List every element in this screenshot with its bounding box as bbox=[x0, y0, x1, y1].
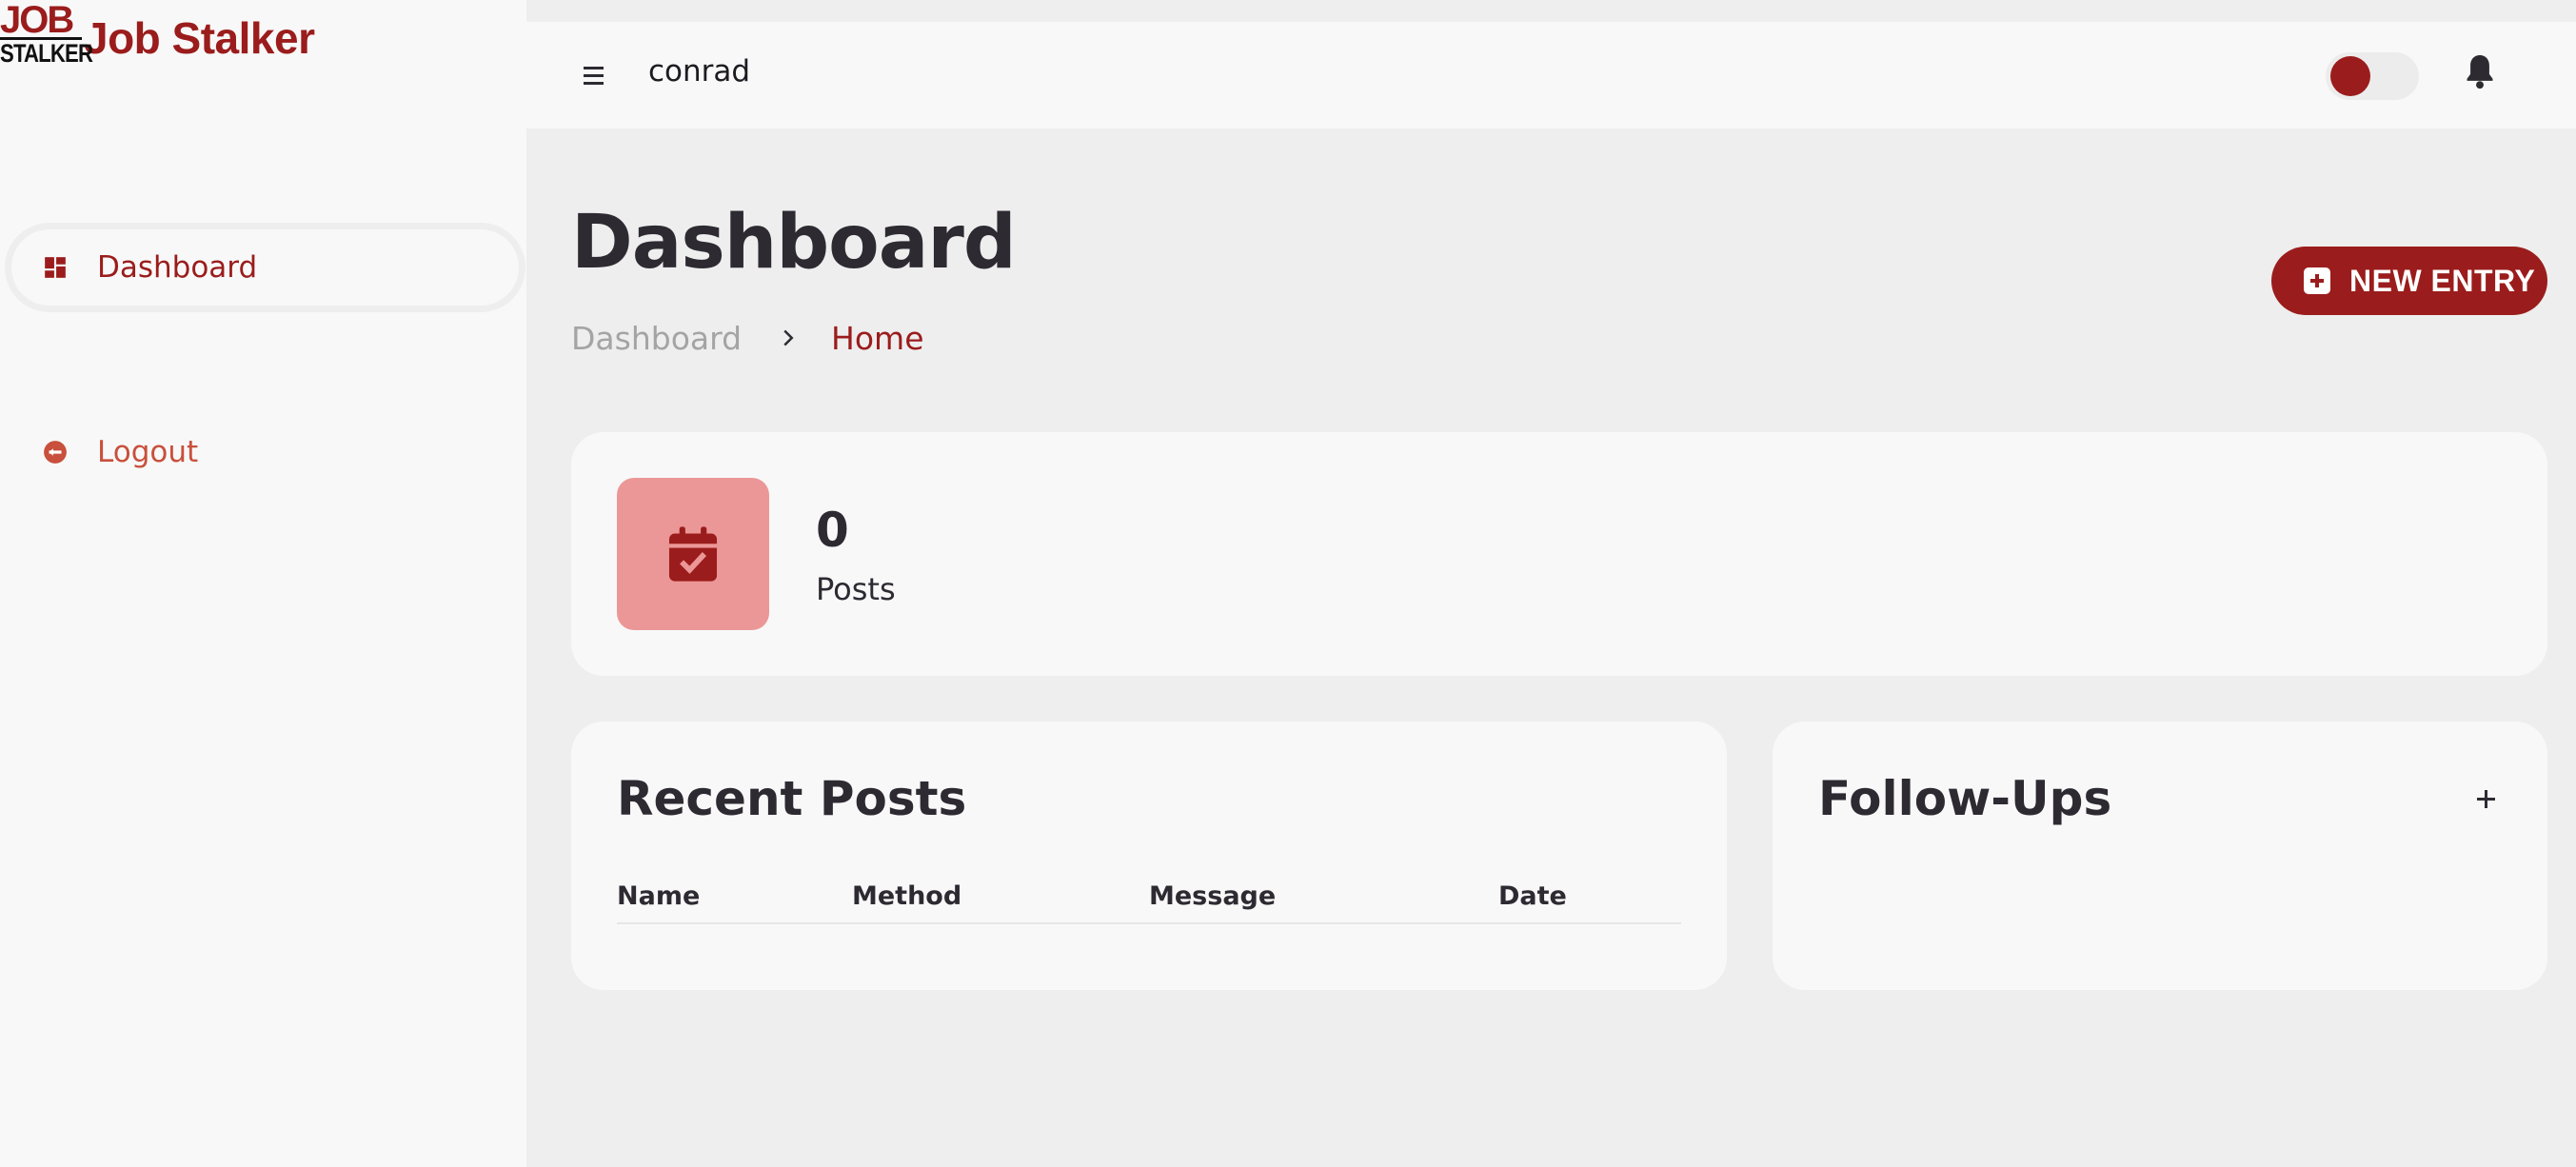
logo-text-bottom: STALKER bbox=[0, 39, 93, 68]
new-entry-button[interactable]: NEW ENTRY bbox=[2271, 247, 2547, 315]
column-header-method[interactable]: Method bbox=[852, 881, 961, 911]
recent-posts-card: Recent Posts Name Method Message Date bbox=[571, 722, 1727, 990]
plus-square-icon bbox=[2304, 267, 2330, 294]
sidebar-item-label: Logout bbox=[97, 435, 199, 469]
new-entry-label: NEW ENTRY bbox=[2349, 263, 2536, 298]
dashboard-icon bbox=[36, 248, 74, 287]
bell-icon[interactable] bbox=[2464, 52, 2502, 94]
logo-text-top: JOB bbox=[0, 0, 74, 41]
posts-count: 0 bbox=[816, 503, 849, 558]
sidebar-item-label: Dashboard bbox=[97, 250, 258, 285]
column-header-message[interactable]: Message bbox=[1149, 881, 1276, 911]
hamburger-menu-icon[interactable] bbox=[574, 56, 612, 94]
sidebar-item-logout[interactable]: Logout bbox=[11, 414, 519, 490]
username: conrad bbox=[648, 54, 751, 89]
posts-label: Posts bbox=[816, 571, 896, 607]
breadcrumb: Dashboard Home bbox=[571, 320, 924, 357]
follow-ups-card: Follow-Ups bbox=[1773, 722, 2547, 990]
recent-posts-title: Recent Posts bbox=[617, 771, 967, 826]
breadcrumb-item[interactable]: Dashboard bbox=[571, 320, 742, 357]
sidebar-item-dashboard[interactable]: Dashboard bbox=[11, 229, 519, 306]
follow-ups-title: Follow-Ups bbox=[1818, 771, 2112, 826]
column-header-name[interactable]: Name bbox=[617, 881, 700, 911]
calendar-check-icon bbox=[617, 478, 769, 630]
toggle-knob bbox=[2330, 56, 2370, 96]
plus-icon[interactable] bbox=[2471, 784, 2500, 813]
logout-icon bbox=[36, 433, 74, 471]
app-root: JOB STALKER Job Stalker Dashboard Logout… bbox=[0, 0, 2576, 1167]
recent-posts-table-header: Name Method Message Date bbox=[617, 881, 1681, 924]
brand-logo: JOB STALKER bbox=[0, 0, 93, 75]
breadcrumb-current: Home bbox=[831, 320, 924, 357]
page-title: Dashboard bbox=[571, 200, 1017, 286]
posts-stat-card: 0 Posts bbox=[571, 432, 2547, 676]
sidebar: JOB STALKER Job Stalker Dashboard Logout bbox=[0, 0, 526, 1167]
column-header-date[interactable]: Date bbox=[1498, 881, 1567, 911]
theme-toggle[interactable] bbox=[2326, 52, 2419, 100]
brand-name: Job Stalker bbox=[84, 13, 315, 63]
top-header: conrad bbox=[526, 22, 2576, 129]
chevron-right-icon bbox=[782, 322, 795, 355]
brand[interactable]: JOB STALKER Job Stalker bbox=[0, 0, 315, 76]
